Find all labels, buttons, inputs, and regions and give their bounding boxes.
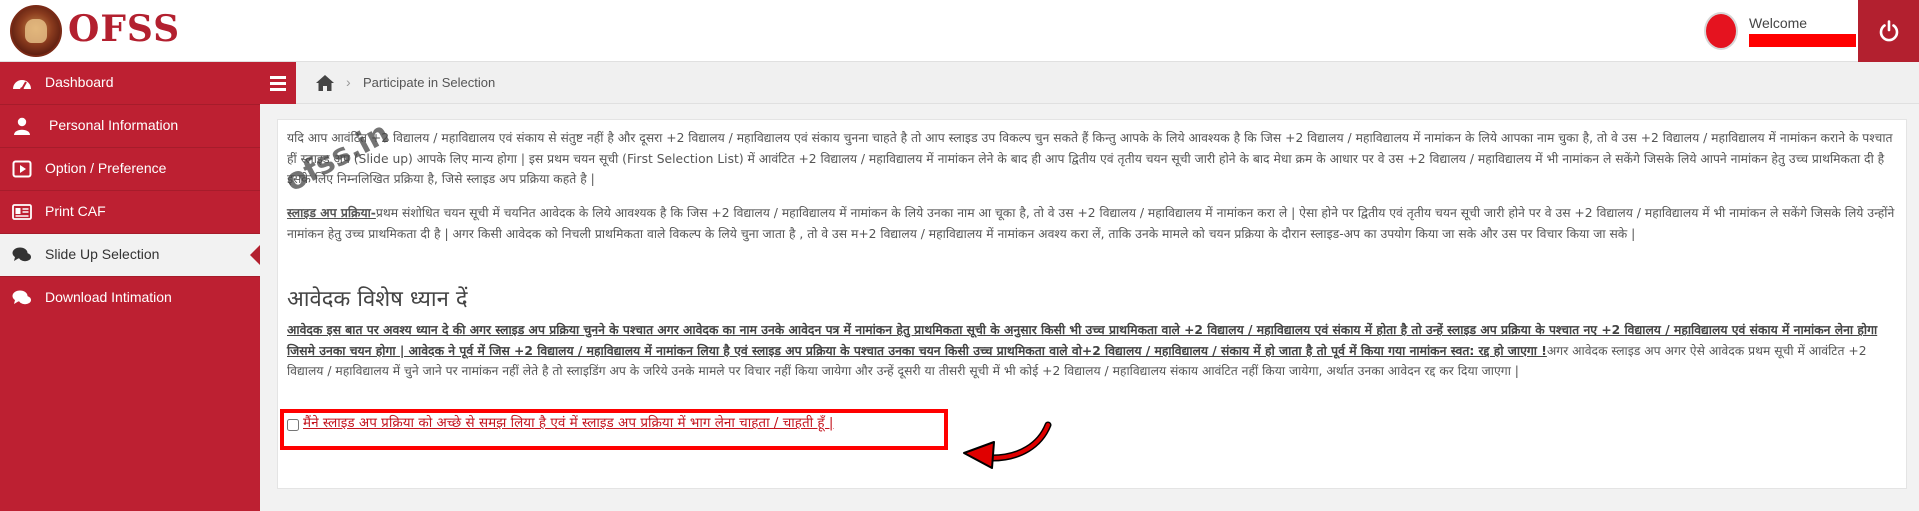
- sidebar-item-label: Download Intimation: [45, 289, 172, 305]
- sidebar-item-label: Option / Preference: [45, 160, 167, 176]
- slide-up-process-text: प्रथम संशोधित चयन सूची में चयनित आवेदक क…: [287, 206, 1895, 241]
- hamburger-line: [270, 87, 286, 91]
- sidebar-item-option-preference[interactable]: Option / Preference: [0, 148, 260, 190]
- red-arrow-annotation: [963, 421, 1052, 469]
- consent-checkbox[interactable]: [287, 419, 299, 431]
- special-attention-heading: आवेदक विशेष ध्यान दें: [287, 287, 468, 312]
- watermark-text: ofss.in: [282, 120, 395, 199]
- user-icon: [14, 117, 30, 135]
- avatar[interactable]: [1704, 12, 1738, 50]
- sidebar-item-slide-up-selection[interactable]: Slide Up Selection: [0, 234, 260, 276]
- comments-icon: [12, 290, 31, 305]
- menu-toggle-button[interactable]: [260, 62, 296, 104]
- consent-label[interactable]: मैंने स्लाइड अप प्रक्रिया को अच्छे से सम…: [303, 413, 833, 431]
- sidebar-item-label: Personal Information: [49, 117, 179, 133]
- power-icon: [1879, 20, 1898, 42]
- sidebar-item-personal-information[interactable]: Personal Information: [0, 105, 260, 147]
- redacted-user-name: [1749, 34, 1856, 47]
- sidebar-item-dashboard[interactable]: Dashboard: [0, 62, 260, 104]
- dashboard-icon: [13, 80, 31, 91]
- breadcrumb-current: Participate in Selection: [363, 75, 496, 90]
- sidebar-item-label: Print CAF: [45, 203, 106, 219]
- logo-text: OFSS: [68, 8, 181, 50]
- slide-up-process-paragraph: स्लाइड अप प्रक्रिया-प्रथम संशोधित चयन सू…: [287, 203, 1897, 244]
- sidebar-item-label: Slide Up Selection: [45, 246, 160, 262]
- top-header: OFSS Welcome: [0, 0, 1919, 62]
- home-icon[interactable]: [315, 74, 335, 92]
- applicant-notice-paragraph: आवेदक इस बात पर अवश्य ध्यान दे की अगर स्…: [287, 320, 1897, 382]
- logout-button[interactable]: [1858, 0, 1919, 62]
- welcome-text: Welcome: [1749, 15, 1808, 31]
- comments-icon: [12, 247, 31, 262]
- breadcrumb: › Participate in Selection: [260, 62, 1919, 104]
- ofss-emblem-logo: [10, 5, 62, 57]
- intro-paragraph: यदि आप आवंटित +2 विद्यालय / महाविद्यालय …: [287, 131, 1893, 186]
- watermark-stamp: ofss.in: [282, 120, 395, 199]
- sidebar: Dashboard Personal Information Option / …: [0, 62, 260, 511]
- sidebar-item-print-caf[interactable]: Print CAF: [0, 191, 260, 233]
- sidebar-item-label: Dashboard: [45, 74, 114, 90]
- hamburger-line: [270, 75, 286, 79]
- id-card-icon: [12, 204, 32, 220]
- hamburger-line: [270, 81, 286, 85]
- breadcrumb-separator: ›: [346, 74, 351, 90]
- play-square-icon: [12, 160, 32, 178]
- sidebar-item-download-intimation[interactable]: Download Intimation: [0, 277, 260, 319]
